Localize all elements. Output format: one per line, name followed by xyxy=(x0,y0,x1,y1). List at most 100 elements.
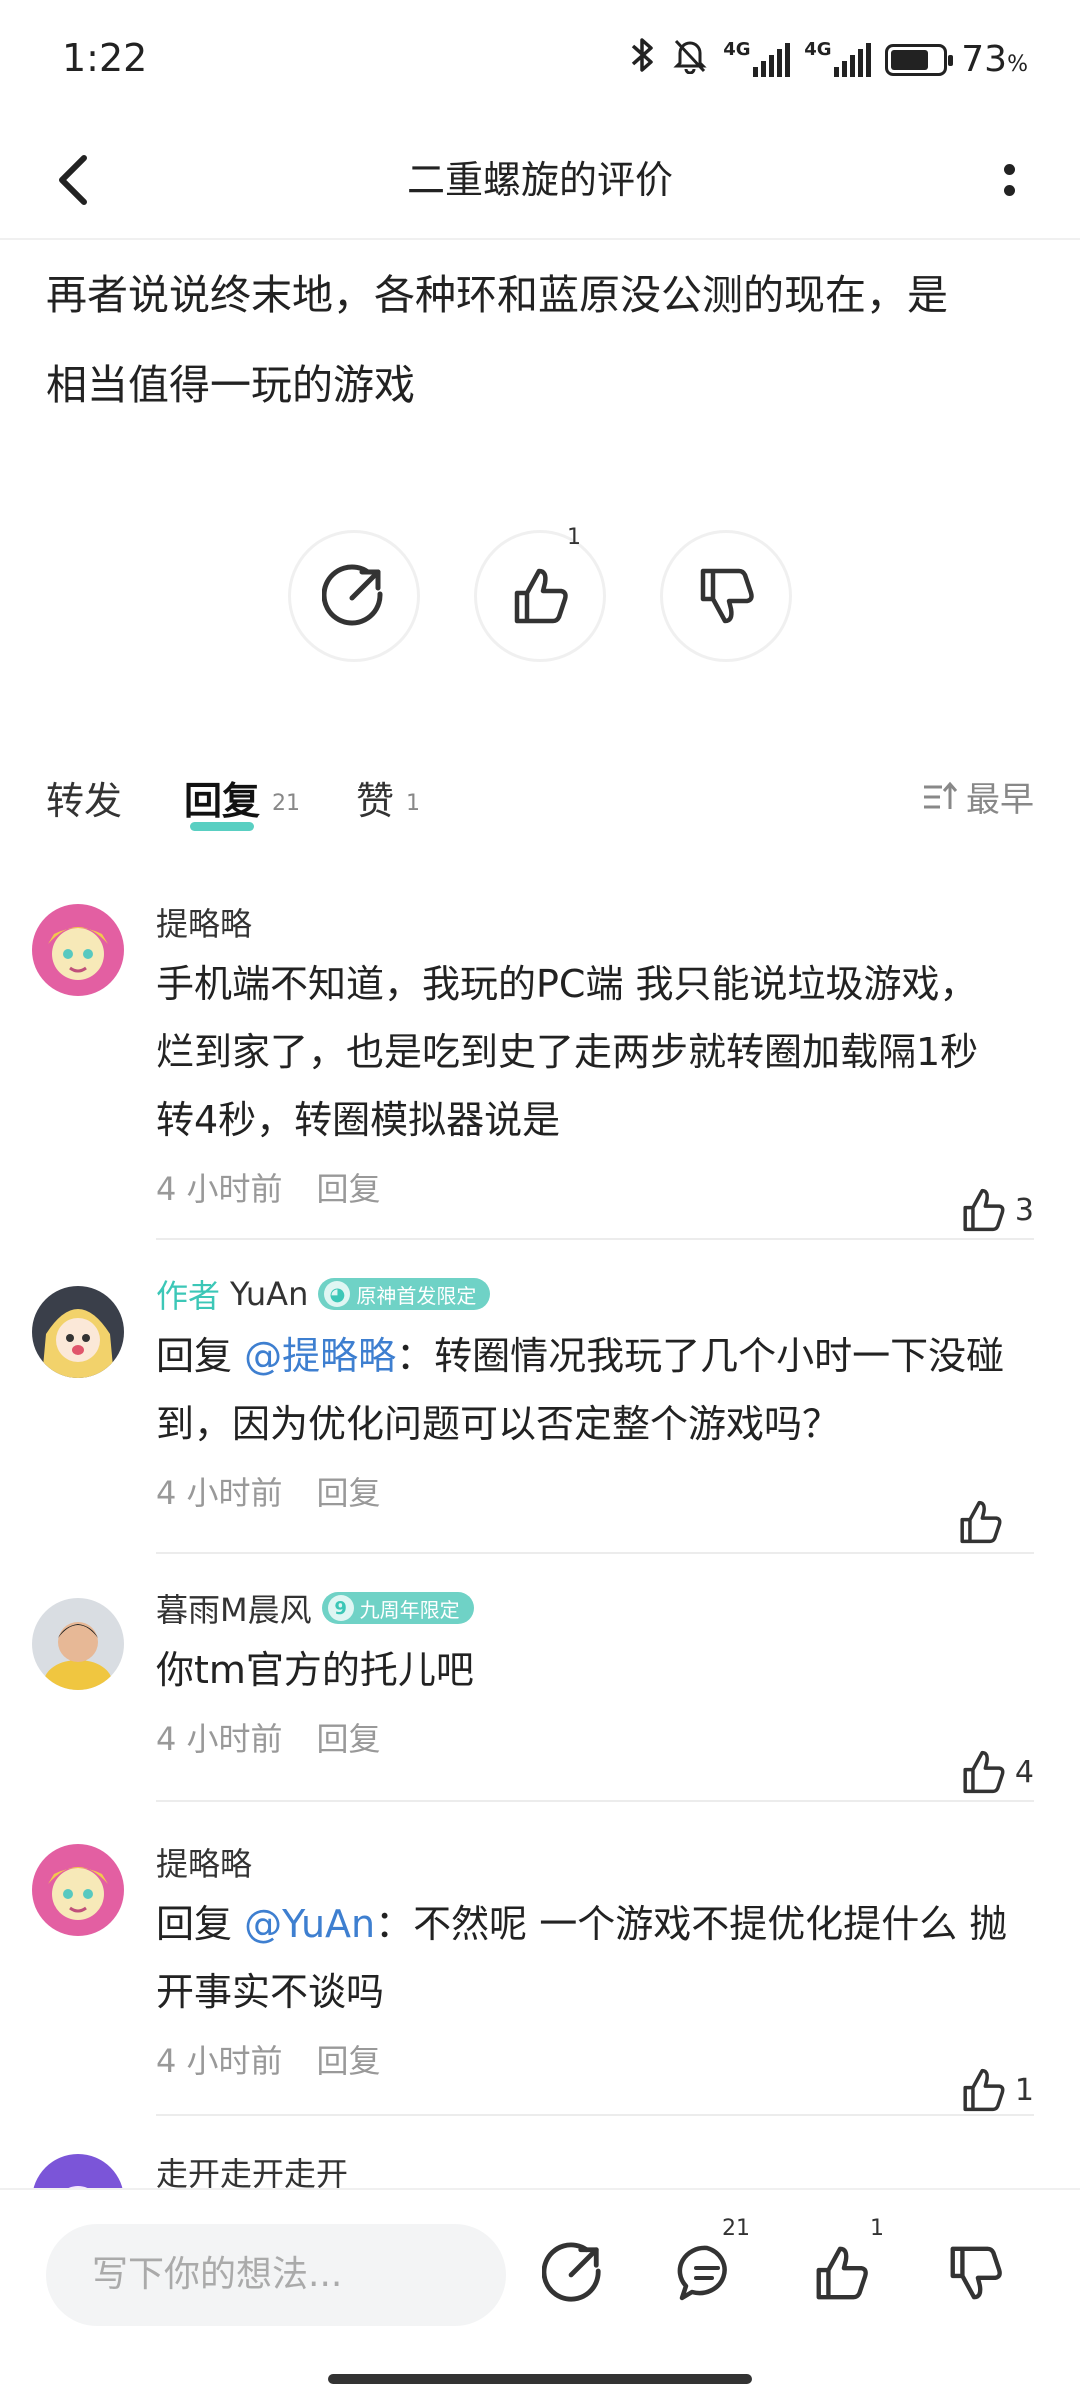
comment-body: 作者 YuAn ◕ 原神首发限定 回复 @提略略：转圈情况我玩了几个小时一下没碰 … xyxy=(156,1270,1034,1544)
signal-icon-2: 4G xyxy=(804,39,872,77)
like-count: 1 xyxy=(567,525,581,550)
comment-like-count: 1 xyxy=(1014,2072,1034,2108)
status-icons: 4G 4G 73% xyxy=(627,36,1028,83)
author-tag: 作者 xyxy=(156,1277,221,1315)
comment-meta: 4 小时前 回复 xyxy=(156,1468,1034,1518)
dislike-button-bottom[interactable] xyxy=(930,2228,1020,2318)
comment-like-count: 3 xyxy=(1014,1192,1034,1228)
comment-button[interactable]: 21 xyxy=(662,2216,752,2318)
reply-link[interactable]: 回复 xyxy=(317,1170,381,1208)
badge-icon: ◕ xyxy=(324,1281,351,1307)
header: 二重螺旋的评价 xyxy=(0,120,1080,240)
comment-text: 回复 @YuAn：不然呢 一个游戏不提优化提什么 抛 开事实不谈吗 xyxy=(156,1902,1008,2014)
comment-bubble-icon xyxy=(677,2245,727,2301)
comment-time: 4 小时前 xyxy=(156,2042,283,2080)
battery-percent: 73% xyxy=(961,39,1028,80)
badge-icon: 9 xyxy=(327,1595,354,1621)
comment-meta: 4 小时前 回复 xyxy=(156,1714,1034,1764)
divider xyxy=(156,2114,1034,2116)
comment-text: 手机端不知道，我玩的PC端 我只能说垃圾游戏， 烂到家了，也是吃到史了走两步就转… xyxy=(156,962,979,1142)
like-button[interactable]: 1 xyxy=(474,525,606,662)
comment-input[interactable]: 写下你的想法... xyxy=(46,2224,506,2326)
divider xyxy=(156,1238,1034,1240)
bluetooth-icon xyxy=(627,36,657,83)
reply-link[interactable]: 回复 xyxy=(317,1474,381,1512)
dislike-button[interactable] xyxy=(660,530,792,662)
back-button[interactable] xyxy=(40,146,108,214)
comment-like-count: 4 xyxy=(1014,1754,1034,1790)
thumbs-up-icon xyxy=(963,1188,1005,1232)
sort-button[interactable]: 最早 xyxy=(922,772,1034,821)
divider xyxy=(156,1800,1034,1802)
comment-author[interactable]: 提略略 xyxy=(156,1838,1034,1886)
mention-link[interactable]: @YuAn xyxy=(244,1902,375,1946)
comment-body: 提略略 回复 @YuAn：不然呢 一个游戏不提优化提什么 抛 开事实不谈吗 4 … xyxy=(156,1838,1034,2112)
tab-reply[interactable]: 回复 21 xyxy=(184,770,300,825)
share-button-bottom[interactable] xyxy=(528,2228,618,2318)
status-time: 1:22 xyxy=(62,36,148,80)
sort-label: 最早 xyxy=(966,780,1034,820)
thumbs-up-icon xyxy=(963,2068,1005,2112)
comment-like-button[interactable]: 1 xyxy=(959,2066,1034,2114)
network-type-1: 4G xyxy=(723,38,751,60)
home-indicator[interactable] xyxy=(328,2374,752,2384)
share-icon xyxy=(322,564,383,626)
review-text: 再者说说终末地，各种环和蓝原没公测的现在，是 相当值得一玩的游戏 xyxy=(46,250,1036,430)
thumbs-up-icon xyxy=(960,1500,1002,1544)
more-vertical-icon xyxy=(1003,164,1015,175)
avatar[interactable] xyxy=(32,1286,124,1378)
reply-count: 21 xyxy=(272,791,301,816)
sort-icon xyxy=(924,781,958,809)
comment-body: 提略略 手机端不知道，我玩的PC端 我只能说垃圾游戏， 烂到家了，也是吃到史了走… xyxy=(156,898,1034,1232)
thumbs-up-icon xyxy=(514,568,568,624)
review-actions: 1 xyxy=(0,525,1080,670)
comment-text: 回复 @提略略：转圈情况我玩了几个小时一下没碰 到，因为优化问题可以否定整个游戏… xyxy=(156,1334,1005,1446)
tab-likes[interactable]: 赞1 xyxy=(356,770,420,825)
network-type-2: 4G xyxy=(804,38,832,60)
comment-author[interactable]: 作者 YuAn ◕ 原神首发限定 xyxy=(156,1270,1034,1318)
avatar[interactable] xyxy=(32,904,124,996)
more-button[interactable] xyxy=(994,150,1024,210)
comment-author[interactable]: 提略略 xyxy=(156,898,1034,946)
share-icon xyxy=(542,2242,601,2302)
comment-tabs: 转发 回复 21 赞1 最早 xyxy=(0,750,1080,840)
mute-bell-icon xyxy=(671,36,709,83)
comment-meta: 4 小时前 回复 xyxy=(156,1164,1034,1214)
reply-link[interactable]: 回复 xyxy=(317,1720,381,1758)
like-button-bottom[interactable]: 1 xyxy=(796,2216,886,2318)
avatar[interactable] xyxy=(32,1598,124,1690)
tab-forward[interactable]: 转发 xyxy=(46,770,122,825)
comment-like-button[interactable] xyxy=(956,1498,1012,1546)
comment-meta: 4 小时前 回复 xyxy=(156,2036,1034,2086)
bottom-like-count: 1 xyxy=(870,2216,884,2241)
thumbs-up-icon xyxy=(963,1750,1005,1794)
divider xyxy=(156,1552,1034,1554)
bottom-bar: 写下你的想法... 21 1 xyxy=(0,2188,1080,2400)
likes-count: 1 xyxy=(406,791,421,816)
thumbs-up-icon xyxy=(816,2246,868,2300)
page-title: 二重螺旋的评价 xyxy=(406,158,673,202)
battery-icon xyxy=(885,43,954,76)
review-line-2: 相当值得一玩的游戏 xyxy=(46,361,415,409)
thumbs-down-icon xyxy=(950,2246,1002,2300)
back-arrow-icon xyxy=(59,155,87,205)
comment-body: 暮雨M晨风 9 九周年限定 你tm官方的托儿吧 4 小时前 回复 4 xyxy=(156,1584,1034,1794)
user-badge: ◕ 原神首发限定 xyxy=(318,1278,491,1310)
signal-icon: 4G xyxy=(723,39,791,77)
comment-time: 4 小时前 xyxy=(156,1170,283,1208)
reply-link[interactable]: 回复 xyxy=(317,2042,381,2080)
comment-text: 你tm官方的托儿吧 xyxy=(156,1648,474,1692)
avatar[interactable] xyxy=(32,1844,124,1936)
comment-time: 4 小时前 xyxy=(156,1474,283,1512)
review-line-1: 再者说说终末地，各种环和蓝原没公测的现在，是 xyxy=(46,271,948,319)
comment-like-button[interactable]: 4 xyxy=(959,1748,1034,1796)
comment-time: 4 小时前 xyxy=(156,1720,283,1758)
user-badge: 9 九周年限定 xyxy=(321,1592,474,1624)
thumbs-down-icon xyxy=(700,568,754,624)
mention-link[interactable]: @提略略 xyxy=(244,1334,396,1378)
comment-count: 21 xyxy=(722,2216,750,2241)
comment-like-button[interactable]: 3 xyxy=(959,1186,1034,1234)
comment-author[interactable]: 暮雨M晨风 9 九周年限定 xyxy=(156,1584,1034,1632)
share-button[interactable] xyxy=(288,530,420,662)
status-bar: 1:22 4G 4G 73% xyxy=(0,0,1080,120)
